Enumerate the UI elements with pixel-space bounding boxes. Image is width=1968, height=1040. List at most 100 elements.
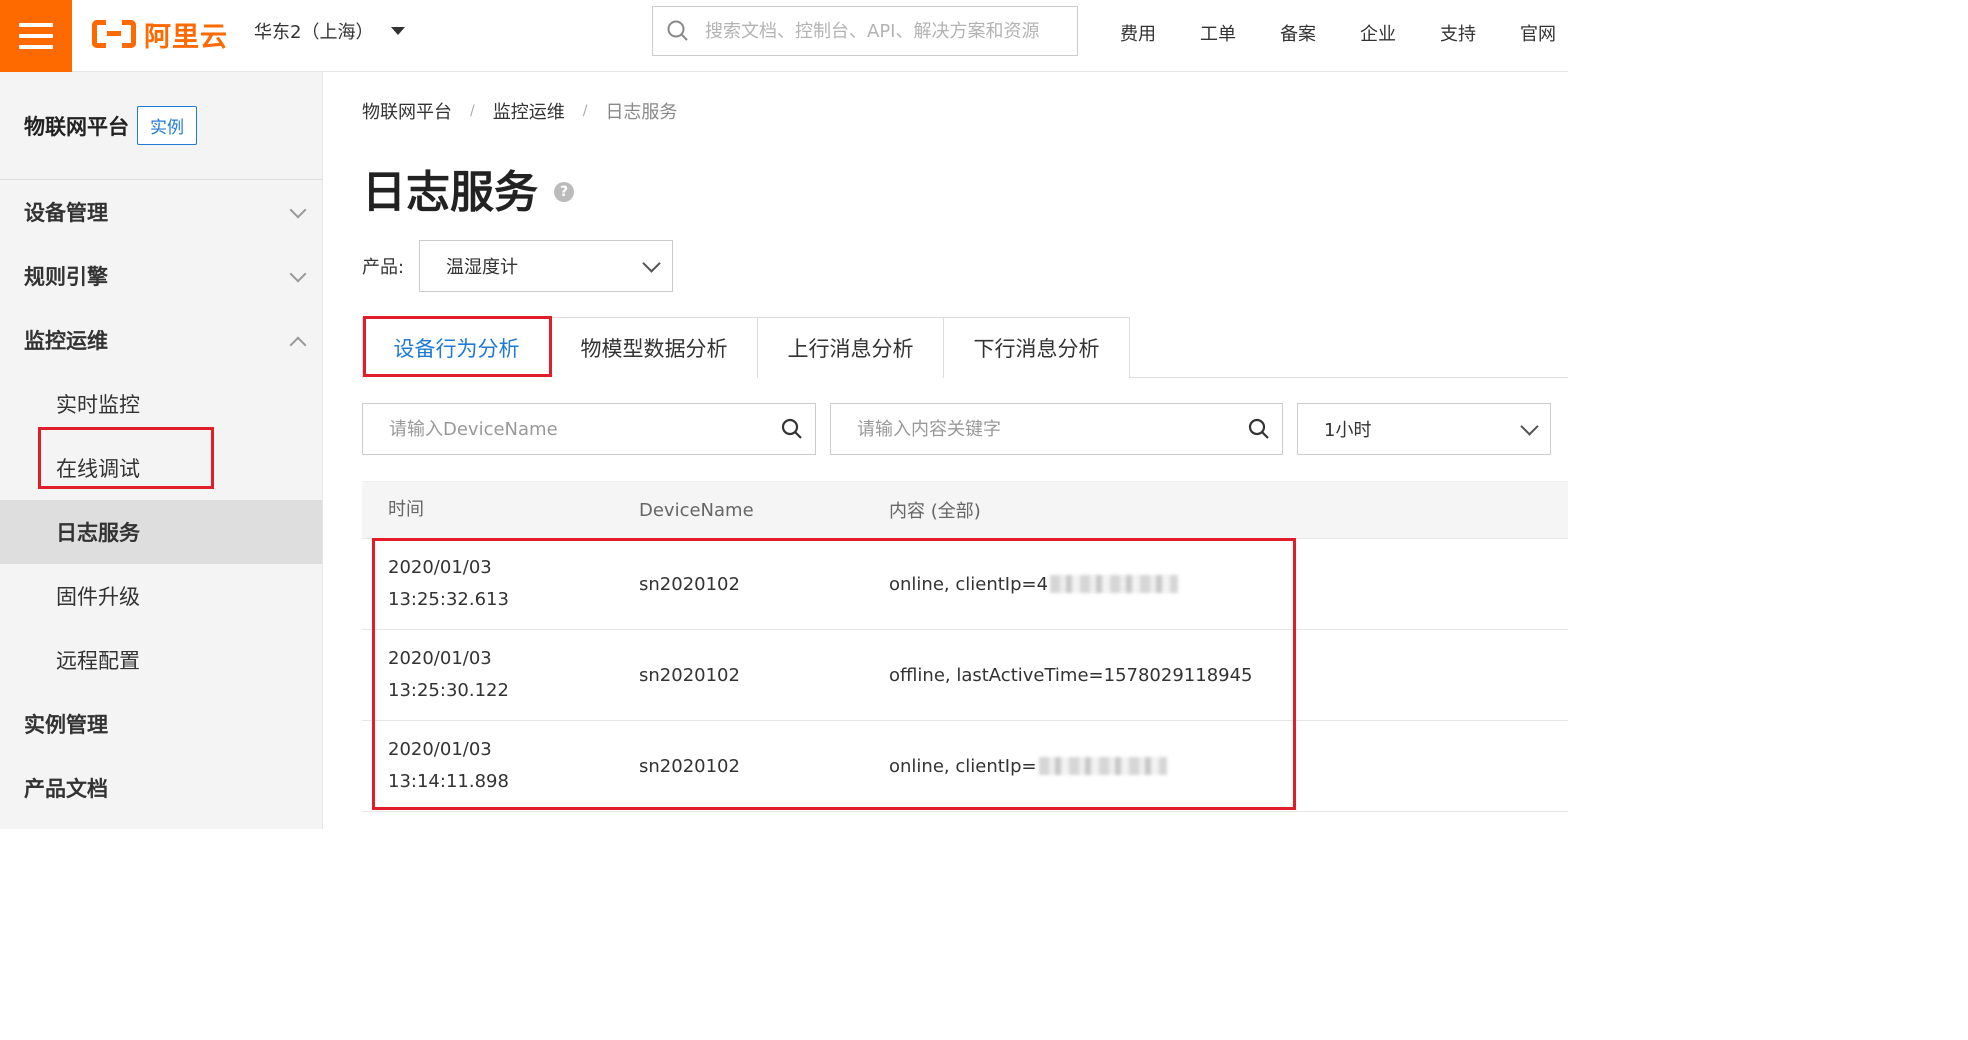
- device-name-input[interactable]: [389, 418, 749, 440]
- top-bar: 阿里云 华东2（上海） 费用 工单 备案 企业 支持 官网: [0, 0, 1568, 72]
- search-icon: [667, 20, 688, 41]
- column-header-device-name: DeviceName: [639, 499, 754, 521]
- sidebar-item-device-management[interactable]: 设备管理: [0, 180, 322, 244]
- cell-time: 2020/01/03 13:14:11.898: [362, 734, 613, 798]
- sidebar-item-label: 实时监控: [56, 393, 140, 417]
- analysis-tabs: 设备行为分析 物模型数据分析 上行消息分析 下行消息分析: [362, 317, 1568, 378]
- cell-content: online, clientIp=4: [863, 574, 1568, 595]
- redacted-ip: [1050, 575, 1179, 593]
- page-title-text: 日志服务: [362, 167, 538, 218]
- sidebar-item-label: 监控运维: [24, 329, 108, 353]
- cell-content-text: online, clientIp=4: [889, 573, 1049, 595]
- region-selector[interactable]: 华东2（上海）: [254, 18, 406, 44]
- chevron-down-icon: [289, 201, 307, 219]
- cell-device-name: sn2020102: [639, 755, 740, 777]
- cell-timestamp: 13:14:11.898: [388, 771, 509, 792]
- time-range-value: 1小时: [1324, 420, 1372, 441]
- sidebar-item-realtime-monitor[interactable]: 实时监控: [0, 372, 322, 436]
- sidebar-item-label: 设备管理: [24, 201, 108, 225]
- cell-timestamp: 13:25:30.122: [388, 680, 509, 701]
- sidebar-title: 物联网平台: [24, 114, 129, 139]
- sidebar-item-monitoring[interactable]: 监控运维: [0, 308, 322, 372]
- breadcrumb-item-monitoring[interactable]: 监控运维: [493, 98, 565, 124]
- tab-upstream-messages[interactable]: 上行消息分析: [757, 317, 944, 378]
- nav-link-official-site[interactable]: 官网: [1498, 20, 1578, 46]
- hamburger-menu-button[interactable]: [0, 0, 72, 72]
- breadcrumb-separator: /: [470, 103, 475, 119]
- sidebar-item-remote-config[interactable]: 远程配置: [0, 628, 322, 692]
- cell-content: online, clientIp=: [863, 756, 1568, 777]
- sidebar-item-label: 产品文档: [24, 777, 108, 801]
- cell-date: 2020/01/03: [388, 648, 492, 669]
- region-label: 华东2（上海）: [254, 22, 374, 43]
- sidebar-header: 物联网平台 实例: [0, 72, 322, 180]
- nav-link-billing[interactable]: 费用: [1098, 20, 1178, 46]
- cell-timestamp: 13:25:32.613: [388, 589, 509, 610]
- global-search-input[interactable]: [705, 20, 1065, 42]
- nav-link-enterprise[interactable]: 企业: [1338, 20, 1418, 46]
- cell-content-text: offline, lastActiveTime=1578029118945: [889, 664, 1253, 686]
- menu-line-icon: [19, 34, 53, 38]
- breadcrumb-separator: /: [582, 103, 588, 119]
- caret-down-icon: [391, 27, 406, 35]
- product-select[interactable]: 温湿度计: [419, 240, 673, 292]
- sidebar-item-label: 在线调试: [56, 457, 140, 481]
- log-filters: 1小时: [362, 403, 1551, 455]
- sidebar-item-product-docs[interactable]: 产品文档: [0, 756, 322, 820]
- chevron-down-icon: [642, 253, 661, 273]
- tab-downstream-messages[interactable]: 下行消息分析: [943, 317, 1130, 378]
- nav-link-support[interactable]: 支持: [1418, 20, 1498, 46]
- search-icon[interactable]: [781, 418, 803, 440]
- sidebar-item-online-debug[interactable]: 在线调试: [0, 436, 322, 500]
- table-row: 2020/01/03 13:25:32.613 sn2020102 online…: [362, 539, 1568, 630]
- sidebar-item-label: 远程配置: [56, 649, 140, 673]
- table-row: 2020/01/03 13:25:30.122 sn2020102 offlin…: [362, 630, 1568, 721]
- cell-date: 2020/01/03: [388, 557, 492, 578]
- help-icon[interactable]: ?: [554, 182, 574, 202]
- cell-device-name: sn2020102: [639, 573, 740, 595]
- breadcrumb-item-current: 日志服务: [605, 102, 678, 123]
- table-row: 2020/01/03 13:14:11.898 sn2020102 online…: [362, 721, 1568, 812]
- cell-content-text: online, clientIp=: [889, 755, 1037, 777]
- sidebar-item-label: 规则引擎: [24, 265, 108, 289]
- cell-date: 2020/01/03: [388, 739, 492, 760]
- chevron-down-icon: [1520, 416, 1539, 436]
- menu-line-icon: [19, 45, 53, 49]
- top-nav: 费用 工单 备案 企业 支持 官网: [1098, 20, 1578, 46]
- cell-time: 2020/01/03 13:25:30.122: [362, 643, 613, 707]
- search-icon[interactable]: [1248, 418, 1270, 440]
- global-search[interactable]: [652, 6, 1078, 56]
- nav-link-tickets[interactable]: 工单: [1178, 20, 1258, 46]
- sidebar-item-firmware-upgrade[interactable]: 固件升级: [0, 564, 322, 628]
- chevron-down-icon: [289, 265, 307, 283]
- time-range-select[interactable]: 1小时: [1297, 403, 1551, 455]
- tab-thing-model-data[interactable]: 物模型数据分析: [550, 317, 758, 378]
- keyword-search[interactable]: [830, 403, 1283, 455]
- device-name-search[interactable]: [362, 403, 816, 455]
- sidebar-item-log-service[interactable]: 日志服务: [0, 500, 322, 564]
- aliyun-logo-icon: [92, 20, 136, 48]
- product-label: 产品:: [362, 257, 405, 278]
- keyword-input[interactable]: [857, 418, 1217, 440]
- sidebar-item-instance-management[interactable]: 实例管理: [0, 692, 322, 756]
- tab-device-behavior[interactable]: 设备行为分析: [362, 317, 551, 378]
- aliyun-logo[interactable]: 阿里云: [92, 16, 228, 53]
- sidebar-item-rule-engine[interactable]: 规则引擎: [0, 244, 322, 308]
- cell-time: 2020/01/03 13:25:32.613: [362, 552, 613, 616]
- nav-link-icp[interactable]: 备案: [1258, 20, 1338, 46]
- column-header-content[interactable]: 内容 (全部): [863, 497, 1568, 523]
- product-filter: 产品: 温湿度计: [362, 240, 673, 292]
- page-title: 日志服务 ?: [362, 156, 574, 220]
- menu-line-icon: [19, 23, 53, 27]
- instance-badge[interactable]: 实例: [137, 106, 197, 145]
- redacted-ip: [1038, 757, 1167, 775]
- column-header-time: 时间: [388, 499, 424, 520]
- table-header: 时间 DeviceName 内容 (全部): [362, 481, 1568, 539]
- log-table: 时间 DeviceName 内容 (全部) 2020/01/03 13:25:3…: [362, 481, 1568, 812]
- cell-content: offline, lastActiveTime=1578029118945: [863, 665, 1568, 686]
- chevron-up-icon: [289, 336, 307, 354]
- breadcrumb-item-iot-platform[interactable]: 物联网平台: [362, 98, 452, 124]
- sidebar-item-label: 日志服务: [56, 521, 140, 545]
- sidebar: 物联网平台 实例 设备管理 规则引擎 监控运维 实时监控 在线调试 日志服务 固…: [0, 72, 323, 829]
- sidebar-item-label: 固件升级: [56, 585, 140, 609]
